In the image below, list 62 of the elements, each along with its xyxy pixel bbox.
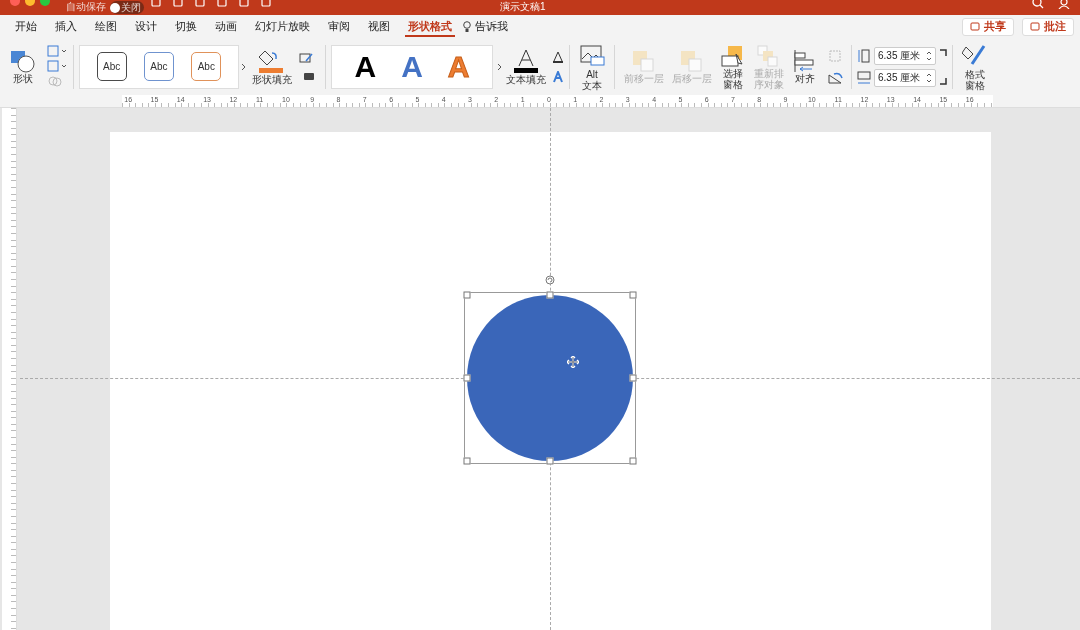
lightbulb-icon xyxy=(463,20,471,33)
image-icon xyxy=(579,42,605,69)
window-title: 演示文稿1 xyxy=(500,1,546,13)
ribbon-tab[interactable]: 绘图 xyxy=(86,15,126,38)
tell-me-button[interactable]: 告诉我 xyxy=(463,18,508,35)
shapes-button[interactable]: 形状 xyxy=(6,48,40,85)
selection-pane-button[interactable]: 选择 窗格 xyxy=(720,43,746,90)
rotate-icon xyxy=(826,70,846,85)
text-fill-icon xyxy=(512,47,540,74)
format-pane-button[interactable]: 格式 窗格 xyxy=(962,42,988,91)
user-icon xyxy=(1058,0,1070,9)
shape-style-option[interactable]: Abc xyxy=(96,52,127,81)
shape-style-option[interactable]: Abc xyxy=(191,52,222,81)
autosave-toggle[interactable]: 关闭 xyxy=(110,1,144,14)
resize-handle[interactable] xyxy=(629,457,637,465)
resize-handle[interactable] xyxy=(546,457,554,465)
ribbon-tab[interactable]: 设计 xyxy=(126,15,166,38)
autosave-label: 自动保存 xyxy=(66,1,106,13)
search-icon xyxy=(1032,0,1044,9)
share-button[interactable]: 共享 xyxy=(962,17,1014,36)
ribbon-tab[interactable]: 幻灯片放映 xyxy=(246,15,319,38)
align-button[interactable]: 对齐 xyxy=(792,49,818,84)
height-field[interactable]: 6.35 厘米 xyxy=(874,46,936,65)
pointer-icon xyxy=(720,43,746,68)
ribbon-tab[interactable]: 形状格式 xyxy=(399,15,461,38)
ribbon-tab[interactable]: 动画 xyxy=(206,15,246,38)
ribbon-tab[interactable]: 视图 xyxy=(359,15,399,38)
wordart-option[interactable]: A xyxy=(354,50,377,83)
shape-fill-button[interactable]: 形状填充 xyxy=(252,47,292,86)
width-field[interactable]: 6.35 厘米 xyxy=(874,68,936,87)
stepper-icon xyxy=(926,49,932,62)
ribbon-tab[interactable]: 切换 xyxy=(166,15,206,38)
ribbon-tab[interactable]: 插入 xyxy=(46,15,86,38)
ribbon-tab[interactable]: 审阅 xyxy=(319,15,359,38)
resize-handle[interactable] xyxy=(463,291,471,299)
comments-button[interactable]: 批注 xyxy=(1022,17,1074,36)
resize-handle[interactable] xyxy=(629,374,637,382)
resize-handle[interactable] xyxy=(463,374,471,382)
gallery-more-icon[interactable] xyxy=(241,62,246,71)
stepper-icon xyxy=(926,71,932,84)
width-icon xyxy=(857,70,871,85)
alt-text-button[interactable]: Alt 文本 xyxy=(579,42,605,91)
height-icon xyxy=(857,48,871,63)
layers-icon xyxy=(679,49,705,73)
rotate-handle-icon[interactable] xyxy=(545,275,555,285)
chevron-icon xyxy=(241,62,246,71)
wordart-option[interactable]: A xyxy=(401,50,423,83)
text-outline-icon xyxy=(552,50,564,63)
chevron-icon xyxy=(497,62,502,71)
comment-icon xyxy=(1030,21,1040,32)
layers-icon xyxy=(631,49,657,73)
lock-bracket-icon xyxy=(939,76,947,85)
move-cursor-icon xyxy=(567,356,579,368)
resize-handle[interactable] xyxy=(463,457,471,465)
text-effects-icon xyxy=(552,70,564,83)
shape-style-option[interactable]: Abc xyxy=(144,52,174,81)
ribbon-tab[interactable]: 开始 xyxy=(6,15,46,38)
lock-bracket-icon xyxy=(939,48,947,57)
text-fill-button[interactable]: 文本填充 xyxy=(506,47,546,86)
shapes-icon xyxy=(9,48,37,73)
resize-handle[interactable] xyxy=(546,291,554,299)
resize-handle[interactable] xyxy=(629,291,637,299)
